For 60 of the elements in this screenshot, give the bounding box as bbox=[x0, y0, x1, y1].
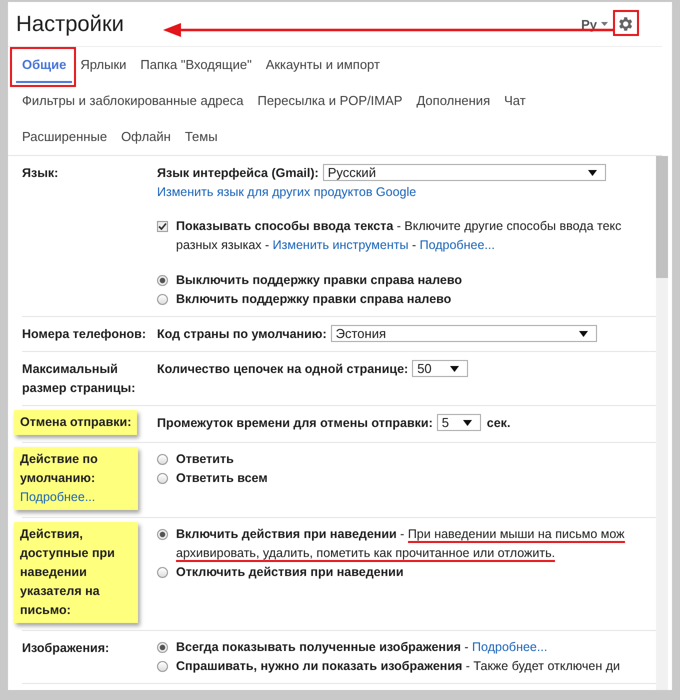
radio-button[interactable] bbox=[157, 567, 168, 578]
highlight-frame bbox=[613, 10, 639, 36]
dropdown[interactable]: 5 bbox=[436, 414, 481, 431]
scrollbar[interactable] bbox=[656, 156, 668, 690]
radio-button[interactable] bbox=[157, 473, 168, 484]
field-label: Код страны по умолчанию: bbox=[157, 326, 327, 340]
option-text: разных языках - Изменить инструменты - Подробнее... bbox=[176, 237, 496, 254]
option-text: Показывать способы ввода текста - Включите другие способы ввода текс bbox=[176, 218, 622, 235]
setting-label: Действия, доступные при наведении указателя на письмо: bbox=[20, 526, 116, 619]
caret-icon bbox=[450, 366, 460, 372]
link[interactable]: Изменить инструменты bbox=[272, 238, 408, 252]
radio-button[interactable] bbox=[157, 294, 168, 305]
setting-label: Номера телефонов: bbox=[22, 326, 146, 343]
tab[interactable]: Дополнения bbox=[410, 83, 496, 119]
radio-button[interactable] bbox=[157, 454, 168, 465]
option-text: Выключить поддержку правки справа налево bbox=[176, 272, 462, 289]
radio-button[interactable] bbox=[157, 275, 168, 286]
dropdown[interactable]: 50 bbox=[412, 360, 468, 377]
radio-button[interactable] bbox=[157, 529, 168, 540]
option-text: Ответить bbox=[176, 451, 234, 468]
caret-icon bbox=[588, 170, 597, 176]
field-label: Количество цепочек на одной странице: bbox=[157, 362, 408, 376]
option-text: архивировать, удалить, пометить как прочитанное или отложить. bbox=[176, 545, 556, 563]
tab[interactable]: Пересылка и POP/IMAP bbox=[251, 83, 408, 119]
checkbox[interactable] bbox=[157, 221, 168, 232]
caret-icon bbox=[601, 22, 608, 26]
radio-button[interactable] bbox=[157, 661, 168, 672]
tab[interactable]: Ярлыки bbox=[74, 47, 132, 83]
setting-label: Язык: bbox=[22, 165, 58, 182]
link[interactable]: Изменить язык для других продуктов Google bbox=[157, 184, 416, 198]
setting-label: Отмена отправки: bbox=[20, 414, 132, 431]
page-title: Настройки bbox=[16, 11, 124, 37]
tab[interactable]: Темы bbox=[178, 119, 224, 155]
tab[interactable]: Офлайн bbox=[115, 119, 177, 155]
option-text: Включить действия при наведении - При наведении мыши на письмо мож bbox=[176, 526, 625, 544]
caret-icon bbox=[462, 420, 472, 426]
setting-label: Действие по умолчанию: bbox=[20, 451, 99, 487]
field-label: Промежуток времени для отмены отправки: bbox=[157, 416, 433, 430]
radio-button[interactable] bbox=[157, 642, 168, 653]
field-label: Язык интерфейса (Gmail): bbox=[157, 166, 319, 180]
link[interactable]: Подробнее... bbox=[420, 238, 495, 252]
link[interactable]: Подробнее... bbox=[472, 640, 548, 654]
tab[interactable]: Общие bbox=[16, 47, 72, 83]
option-text: Включить поддержку правки справа налево bbox=[176, 291, 452, 308]
caret-icon bbox=[578, 330, 588, 336]
option-text: Ответить всем bbox=[176, 470, 268, 487]
tab[interactable]: Аккаунты и импорт bbox=[260, 47, 386, 83]
tab[interactable]: Папка "Входящие" bbox=[134, 47, 258, 83]
unit-label: сек. bbox=[486, 416, 510, 430]
option-text: Спрашивать, нужно ли показать изображения - Также будет отключен ди bbox=[176, 658, 620, 675]
setting-label: Максимальный размер страницы: bbox=[22, 361, 136, 397]
tab[interactable]: Фильтры и заблокированные адреса bbox=[16, 83, 250, 119]
option-text: Всегда показывать полученные изображения - Подробнее... bbox=[176, 639, 548, 656]
tab[interactable]: Расширенные bbox=[16, 119, 114, 155]
tab[interactable]: Чат bbox=[498, 83, 532, 119]
dropdown[interactable]: Русский bbox=[322, 164, 606, 181]
link[interactable]: Подробнее... bbox=[20, 488, 132, 507]
dropdown[interactable]: Эстония bbox=[330, 325, 597, 342]
setting-label: Изображения: bbox=[22, 640, 110, 657]
option-text: Отключить действия при наведении bbox=[176, 564, 404, 581]
